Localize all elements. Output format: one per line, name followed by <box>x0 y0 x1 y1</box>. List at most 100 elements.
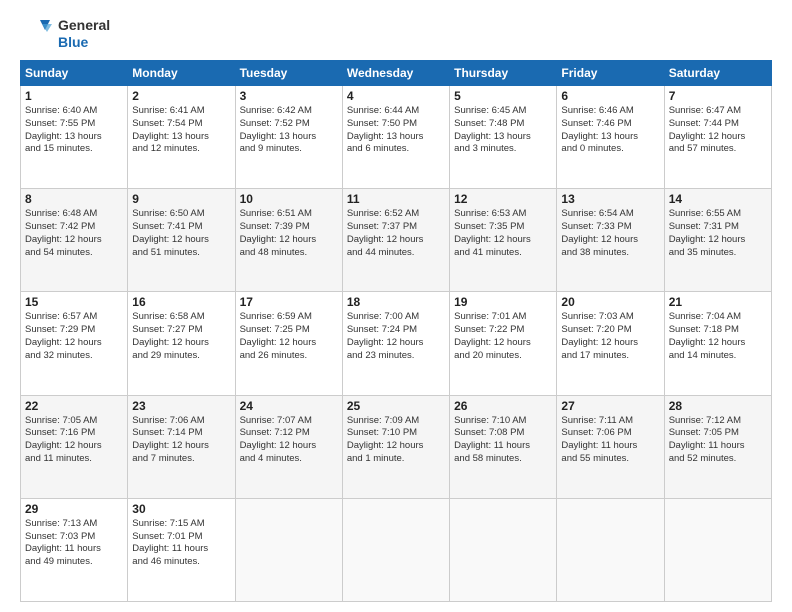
day-cell: 7 Sunrise: 6:47 AM Sunset: 7:44 PM Daylig… <box>664 86 771 189</box>
day-number: 26 <box>454 399 552 413</box>
day-number: 27 <box>561 399 659 413</box>
day-info: Sunrise: 7:03 AM Sunset: 7:20 PM Dayligh… <box>561 311 659 362</box>
day-number: 7 <box>669 89 767 103</box>
day-cell: 18Sunrise: 7:00 AM Sunset: 7:24 PM Dayli… <box>342 292 449 395</box>
day-number: 1 <box>25 89 123 103</box>
day-cell: 6 Sunrise: 6:46 AM Sunset: 7:46 PM Daylig… <box>557 86 664 189</box>
day-cell: 1 Sunrise: 6:40 AM Sunset: 7:55 PM Daylig… <box>21 86 128 189</box>
day-info: Sunrise: 6:59 AM Sunset: 7:25 PM Dayligh… <box>240 311 338 362</box>
day-info: Sunrise: 6:58 AM Sunset: 7:27 PM Dayligh… <box>132 311 230 362</box>
day-number: 25 <box>347 399 445 413</box>
day-cell: 5 Sunrise: 6:45 AM Sunset: 7:48 PM Daylig… <box>450 86 557 189</box>
day-cell <box>450 498 557 601</box>
day-info: Sunrise: 6:51 AM Sunset: 7:39 PM Dayligh… <box>240 208 338 259</box>
day-cell: 8Sunrise: 6:48 AM Sunset: 7:42 PM Daylig… <box>21 189 128 292</box>
day-number: 5 <box>454 89 552 103</box>
day-info: Sunrise: 6:50 AM Sunset: 7:41 PM Dayligh… <box>132 208 230 259</box>
day-cell: 19 Sunrise: 7:01 AM Sunset: 7:22 PM Dayli… <box>450 292 557 395</box>
day-info: Sunrise: 6:46 AM Sunset: 7:46 PM Dayligh… <box>561 105 659 156</box>
day-number: 3 <box>240 89 338 103</box>
day-number: 10 <box>240 192 338 206</box>
day-cell: 17 Sunrise: 6:59 AM Sunset: 7:25 PM Dayli… <box>235 292 342 395</box>
day-info: Sunrise: 6:42 AM Sunset: 7:52 PM Dayligh… <box>240 105 338 156</box>
day-info: Sunrise: 7:11 AM Sunset: 7:06 PM Dayligh… <box>561 415 659 466</box>
column-header-saturday: Saturday <box>664 61 771 86</box>
day-info: Sunrise: 6:40 AM Sunset: 7:55 PM Dayligh… <box>25 105 123 156</box>
week-row-5: 29 Sunrise: 7:13 AM Sunset: 7:03 PM Dayli… <box>21 498 772 601</box>
day-number: 15 <box>25 295 123 309</box>
day-cell: 21 Sunrise: 7:04 AM Sunset: 7:18 PM Dayli… <box>664 292 771 395</box>
page: General Blue SundayMondayTuesdayWednesda… <box>0 0 792 612</box>
day-number: 13 <box>561 192 659 206</box>
day-cell: 16 Sunrise: 6:58 AM Sunset: 7:27 PM Dayli… <box>128 292 235 395</box>
day-info: Sunrise: 7:07 AM Sunset: 7:12 PM Dayligh… <box>240 415 338 466</box>
column-header-friday: Friday <box>557 61 664 86</box>
day-cell: 9 Sunrise: 6:50 AM Sunset: 7:41 PM Daylig… <box>128 189 235 292</box>
day-cell: 22 Sunrise: 7:05 AM Sunset: 7:16 PM Dayli… <box>21 395 128 498</box>
day-info: Sunrise: 6:57 AM Sunset: 7:29 PM Dayligh… <box>25 311 123 362</box>
day-info: Sunrise: 7:15 AM Sunset: 7:01 PM Dayligh… <box>132 518 230 569</box>
day-number: 9 <box>132 192 230 206</box>
day-info: Sunrise: 6:44 AM Sunset: 7:50 PM Dayligh… <box>347 105 445 156</box>
day-cell: 13 Sunrise: 6:54 AM Sunset: 7:33 PM Dayli… <box>557 189 664 292</box>
day-cell: 11Sunrise: 6:52 AM Sunset: 7:37 PM Dayli… <box>342 189 449 292</box>
day-number: 14 <box>669 192 767 206</box>
day-info: Sunrise: 7:13 AM Sunset: 7:03 PM Dayligh… <box>25 518 123 569</box>
column-header-sunday: Sunday <box>21 61 128 86</box>
week-row-3: 15 Sunrise: 6:57 AM Sunset: 7:29 PM Dayli… <box>21 292 772 395</box>
day-number: 12 <box>454 192 552 206</box>
day-cell: 26 Sunrise: 7:10 AM Sunset: 7:08 PM Dayli… <box>450 395 557 498</box>
day-info: Sunrise: 6:47 AM Sunset: 7:44 PM Dayligh… <box>669 105 767 156</box>
day-info: Sunrise: 7:10 AM Sunset: 7:08 PM Dayligh… <box>454 415 552 466</box>
day-cell: 20 Sunrise: 7:03 AM Sunset: 7:20 PM Dayli… <box>557 292 664 395</box>
day-number: 22 <box>25 399 123 413</box>
day-info: Sunrise: 6:53 AM Sunset: 7:35 PM Dayligh… <box>454 208 552 259</box>
day-info: Sunrise: 6:54 AM Sunset: 7:33 PM Dayligh… <box>561 208 659 259</box>
day-number: 28 <box>669 399 767 413</box>
day-info: Sunrise: 7:09 AM Sunset: 7:10 PM Dayligh… <box>347 415 445 466</box>
week-row-4: 22 Sunrise: 7:05 AM Sunset: 7:16 PM Dayli… <box>21 395 772 498</box>
day-number: 20 <box>561 295 659 309</box>
day-cell <box>342 498 449 601</box>
day-info: Sunrise: 7:01 AM Sunset: 7:22 PM Dayligh… <box>454 311 552 362</box>
day-info: Sunrise: 7:04 AM Sunset: 7:18 PM Dayligh… <box>669 311 767 362</box>
day-info: Sunrise: 7:05 AM Sunset: 7:16 PM Dayligh… <box>25 415 123 466</box>
day-number: 17 <box>240 295 338 309</box>
day-number: 19 <box>454 295 552 309</box>
day-cell: 3 Sunrise: 6:42 AM Sunset: 7:52 PM Daylig… <box>235 86 342 189</box>
day-cell <box>664 498 771 601</box>
day-info: Sunrise: 7:12 AM Sunset: 7:05 PM Dayligh… <box>669 415 767 466</box>
day-cell: 30 Sunrise: 7:15 AM Sunset: 7:01 PM Dayli… <box>128 498 235 601</box>
week-row-2: 8Sunrise: 6:48 AM Sunset: 7:42 PM Daylig… <box>21 189 772 292</box>
logo-bird-icon <box>20 16 56 52</box>
day-number: 30 <box>132 502 230 516</box>
day-info: Sunrise: 6:41 AM Sunset: 7:54 PM Dayligh… <box>132 105 230 156</box>
day-number: 6 <box>561 89 659 103</box>
day-cell <box>235 498 342 601</box>
logo-graphic: General Blue <box>20 16 110 52</box>
week-row-1: 1 Sunrise: 6:40 AM Sunset: 7:55 PM Daylig… <box>21 86 772 189</box>
column-header-thursday: Thursday <box>450 61 557 86</box>
day-cell: 24 Sunrise: 7:07 AM Sunset: 7:12 PM Dayli… <box>235 395 342 498</box>
day-info: Sunrise: 7:06 AM Sunset: 7:14 PM Dayligh… <box>132 415 230 466</box>
column-header-wednesday: Wednesday <box>342 61 449 86</box>
day-number: 29 <box>25 502 123 516</box>
day-info: Sunrise: 6:52 AM Sunset: 7:37 PM Dayligh… <box>347 208 445 259</box>
calendar-table: SundayMondayTuesdayWednesdayThursdayFrid… <box>20 60 772 602</box>
day-number: 16 <box>132 295 230 309</box>
day-number: 4 <box>347 89 445 103</box>
day-number: 18 <box>347 295 445 309</box>
day-cell: 27 Sunrise: 7:11 AM Sunset: 7:06 PM Dayli… <box>557 395 664 498</box>
day-cell: 2Sunrise: 6:41 AM Sunset: 7:54 PM Daylig… <box>128 86 235 189</box>
calendar-header-row: SundayMondayTuesdayWednesdayThursdayFrid… <box>21 61 772 86</box>
day-cell: 12 Sunrise: 6:53 AM Sunset: 7:35 PM Dayli… <box>450 189 557 292</box>
day-info: Sunrise: 6:45 AM Sunset: 7:48 PM Dayligh… <box>454 105 552 156</box>
logo: General Blue <box>20 16 110 52</box>
day-info: Sunrise: 6:48 AM Sunset: 7:42 PM Dayligh… <box>25 208 123 259</box>
day-number: 21 <box>669 295 767 309</box>
day-cell: 15 Sunrise: 6:57 AM Sunset: 7:29 PM Dayli… <box>21 292 128 395</box>
day-cell: 23 Sunrise: 7:06 AM Sunset: 7:14 PM Dayli… <box>128 395 235 498</box>
day-number: 24 <box>240 399 338 413</box>
day-number: 23 <box>132 399 230 413</box>
day-cell: 29 Sunrise: 7:13 AM Sunset: 7:03 PM Dayli… <box>21 498 128 601</box>
